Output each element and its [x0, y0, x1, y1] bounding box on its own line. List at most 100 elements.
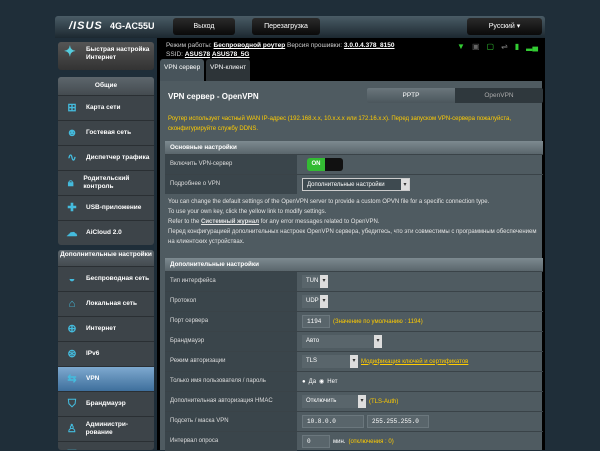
poll-input[interactable]: 0 [302, 435, 330, 448]
sim-icon[interactable]: ▮ [515, 42, 519, 51]
chevron-down-icon: ▾ [374, 335, 382, 348]
hmac-label: Дополнительная авторизация HMAC [165, 392, 297, 411]
ssid-link[interactable]: ASUS78 [185, 51, 210, 58]
details-value: Дополнительные настройки [307, 182, 385, 188]
interface-row: Тип интерфейса TUN ▾ [165, 271, 543, 291]
poll-unit: мин. [333, 438, 346, 445]
sidebar-item-traffic[interactable]: ∿ Диспетчер трафика [58, 145, 154, 170]
mask-input[interactable]: 255.255.255.0 [367, 415, 429, 428]
signal-icon[interactable]: ▂▄ [526, 42, 538, 51]
radio-no[interactable]: ◉ [319, 378, 324, 385]
wifi-icon[interactable]: ▼ [457, 42, 465, 51]
sidebar-item-globe[interactable]: ⊕ Интернет [58, 316, 154, 341]
sidebar-item-shield[interactable]: ⛉ Брандмауэр [58, 391, 154, 416]
sidebar-item-label: VPN [86, 375, 100, 382]
subnet-row: Подсеть / маска VPN 10.8.0.0 255.255.255.0 [165, 411, 543, 431]
usb-icon[interactable]: ⇌ [501, 42, 508, 51]
enable-label: Включить VPN-сервер [165, 155, 297, 174]
poll-row: Интервал опроса 0 мин. (отключения : 0) [165, 431, 543, 451]
iface-label: Тип интерфейса [165, 272, 297, 291]
tab-vpn-client[interactable]: VPN-клиент [206, 59, 251, 81]
wand-icon: ✦ [64, 43, 76, 59]
auth-row: Режим авторизации TLS ▾ Модификация ключей … [165, 351, 543, 371]
radio-yes[interactable]: ● [302, 379, 306, 385]
iface-value: TUN [306, 278, 319, 284]
chevron-down-icon: ▾ [350, 355, 358, 368]
subnet-input[interactable]: 10.8.0.0 [302, 415, 364, 428]
fw-link[interactable]: 3.0.0.4.378_8150 [344, 42, 395, 49]
logout-button[interactable]: Выход [173, 18, 235, 35]
system-log-link[interactable]: Системный журнал [201, 219, 259, 225]
sidebar-item-label: Администри-рование [85, 421, 129, 436]
fw-value: Авто [306, 338, 320, 344]
advanced-settings-header: Дополнительные настройки [165, 258, 543, 271]
sidebar-item-log[interactable]: ▤Системный журнал [58, 441, 154, 450]
port-input[interactable]: 1194 [302, 315, 330, 328]
sidebar-item-lock[interactable]: 🔒︎ Родительский контроль [58, 170, 154, 195]
desc-text: for any error messages related to OpenVP… [260, 219, 380, 225]
sidebar-advanced: Дополнительные настройки ◒ Беспроводная с… [58, 250, 154, 450]
shield-icon: ⛉ [67, 398, 77, 410]
subnet-label: Подсеть / маска VPN [165, 412, 297, 431]
yes-label: Да [308, 378, 317, 385]
reboot-button[interactable]: Перезагрузка [252, 18, 320, 35]
sidebar-item-puzzle[interactable]: ✚ USB-приложение [58, 195, 154, 220]
fw-label: Версия прошивки: [286, 42, 343, 49]
status-icons: ▼ ▣ ▢ ⇌ ▮ ▂▄ [457, 42, 538, 51]
language-select[interactable]: Русский ▾ [467, 18, 542, 35]
sidebar-item-label: Диспетчер трафика [86, 154, 150, 161]
lock-status-icon[interactable]: ▢ [487, 42, 495, 51]
quick-setup-label: Быстрая настройка Интернет [86, 46, 150, 61]
sidebar-item-guest-network[interactable]: ☻ Гостевая сеть [58, 120, 154, 145]
chevron-down-icon: ▾ [358, 395, 366, 408]
sidebar-item-cloud[interactable]: ☁ AiCloud 2.0 [58, 220, 154, 245]
protocol-select[interactable]: UDP ▾ [302, 295, 328, 308]
chevron-down-icon: ▾ [320, 275, 328, 288]
userpass-row: Только имя пользователя / пароль ● Да ◉ Нет [165, 371, 543, 391]
firewall-select[interactable]: Авто ▾ [302, 335, 382, 348]
sidebar-item-vpn[interactable]: ⇆ VPN [58, 366, 154, 391]
iface-select[interactable]: TUN ▾ [302, 275, 328, 288]
model-name: 4G-AC55U [110, 21, 155, 31]
sidebar-item-label: IPv6 [86, 350, 100, 357]
firewall-row: Брандмауэр Авто ▾ [165, 331, 543, 351]
home-icon: ⌂ [68, 298, 76, 310]
protocol-row: Протокол UDP ▾ [165, 291, 543, 311]
openvpn-description: You can change the default settings of t… [168, 197, 540, 247]
sidebar-item-admin[interactable]: ♙ Администри-рование [58, 416, 154, 441]
printer-icon[interactable]: ▣ [472, 42, 480, 51]
hmac-row: Дополнительная авторизация HMAC Отключить… [165, 391, 543, 411]
sidebar-item-label: AiCloud 2.0 [86, 229, 122, 236]
sidebar-item-wifi[interactable]: ◒ Беспроводная сеть [58, 266, 154, 291]
desc-text: Refer to the [168, 219, 200, 225]
details-select[interactable]: Дополнительные настройки ▾ [302, 178, 410, 191]
tab-vpn-server[interactable]: VPN сервер [160, 59, 205, 81]
desc-line: You can change the default settings of t… [168, 199, 490, 205]
vpn-toggle[interactable]: ON [307, 158, 343, 171]
sidebar-item-ipv6[interactable]: ⊛ IPv6 [58, 341, 154, 366]
hmac-select[interactable]: Отключить ▾ [302, 395, 366, 408]
ssid-label: SSID: [166, 51, 183, 58]
chevron-down-icon: ▾ [401, 179, 409, 190]
network-map-icon: ⊞ [67, 102, 77, 114]
auth-value: TLS [306, 358, 318, 364]
proto-value: UDP [306, 298, 319, 304]
sidebar-item-network-map[interactable]: ⊞ Карта сети [58, 95, 154, 120]
auth-select[interactable]: TLS ▾ [302, 355, 358, 368]
mode-link[interactable]: Беспроводной роутер [214, 42, 286, 49]
hmac-hint: (TLS-Auth) [369, 398, 399, 405]
pptp-button[interactable]: PPTP [367, 88, 455, 103]
auth-label: Режим авторизации [165, 352, 297, 371]
sidebar-item-label: Интернет [86, 325, 117, 332]
sidebar-item-label: Гостевая сеть [86, 129, 132, 136]
ssid-5g-link[interactable]: ASUS78_5G [212, 51, 250, 58]
quick-setup-button[interactable]: ✦ Быстрая настройка Интернет [58, 42, 154, 70]
wifi-icon: ◒ [68, 273, 76, 285]
asus-logo: /ISUS [69, 20, 103, 32]
sidebar-item-label: Беспроводная сеть [86, 275, 150, 282]
desc-line: To use your own key, click the yellow li… [168, 209, 327, 215]
openvpn-button[interactable]: OpenVPN [455, 88, 543, 103]
page-title: VPN сервер - OpenVPN [168, 92, 259, 101]
sidebar-item-home[interactable]: ⌂ Локальная сеть [58, 291, 154, 316]
keys-certs-link[interactable]: Модификация ключей и сертификатов [361, 359, 468, 365]
